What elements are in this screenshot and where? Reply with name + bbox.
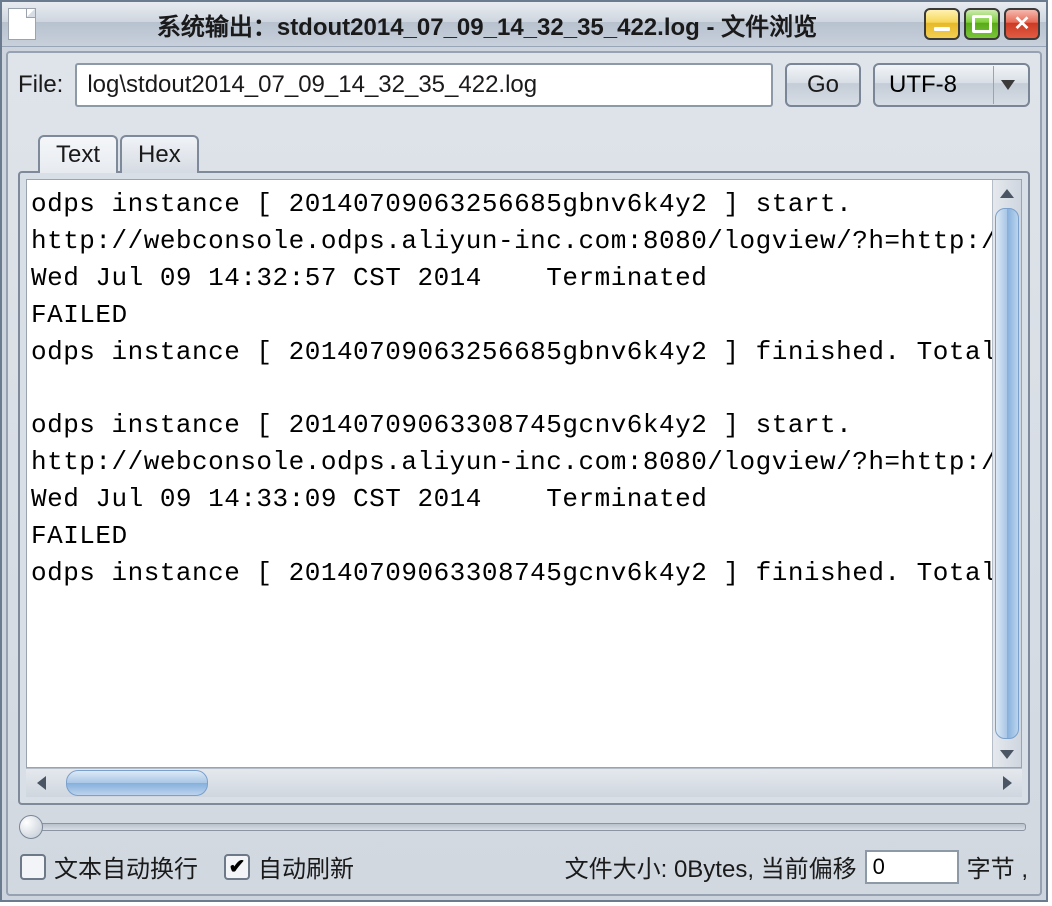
scroll-left-icon[interactable]	[26, 769, 56, 797]
file-label: File:	[18, 71, 63, 99]
content-panel: odps instance [ 20140709063256685gbnv6k4…	[18, 171, 1030, 805]
footer-row: 文本自动换行 自动刷新 文件大小: 0Bytes, 当前偏移 字节 ,	[18, 847, 1030, 888]
vertical-scrollbar[interactable]	[992, 180, 1021, 767]
main-panel: File: Go UTF-8 Text Hex odps instance [ …	[6, 51, 1042, 896]
encoding-value: UTF-8	[889, 71, 987, 99]
text-area-wrap: odps instance [ 20140709063256685gbnv6k4…	[26, 179, 1022, 768]
wrap-label: 文本自动换行	[54, 849, 198, 884]
slider-knob[interactable]	[19, 815, 43, 839]
scroll-up-icon[interactable]	[993, 180, 1021, 206]
auto-refresh-label: 自动刷新	[258, 849, 354, 884]
tab-text[interactable]: Text	[38, 135, 118, 173]
offset-input[interactable]	[865, 850, 959, 884]
log-text[interactable]: odps instance [ 20140709063256685gbnv6k4…	[27, 180, 992, 767]
window-buttons: ✕	[924, 8, 1040, 40]
horizontal-scroll-track[interactable]	[56, 769, 992, 797]
file-row: File: Go UTF-8	[18, 63, 1030, 107]
titlebar: 系统输出：stdout2014_07_09_14_32_35_422.log -…	[2, 2, 1046, 47]
wrap-checkbox[interactable]	[20, 854, 46, 880]
offset-slider[interactable]	[22, 823, 1026, 831]
document-icon	[8, 8, 36, 40]
filesize-label: 文件大小: 0Bytes, 当前偏移	[565, 849, 857, 884]
scroll-right-icon[interactable]	[992, 769, 1022, 797]
file-viewer-window: 系统输出：stdout2014_07_09_14_32_35_422.log -…	[0, 0, 1048, 902]
go-button[interactable]: Go	[785, 63, 861, 107]
maximize-button[interactable]	[964, 8, 1000, 40]
horizontal-scrollbar[interactable]	[26, 768, 1022, 797]
close-button[interactable]: ✕	[1004, 8, 1040, 40]
minimize-button[interactable]	[924, 8, 960, 40]
chevron-down-icon	[993, 66, 1022, 104]
auto-refresh-checkbox[interactable]	[224, 854, 250, 880]
scroll-down-icon[interactable]	[993, 741, 1021, 767]
horizontal-scroll-thumb[interactable]	[66, 770, 208, 796]
offset-slider-row	[18, 815, 1030, 839]
bytes-label: 字节 ,	[967, 849, 1028, 884]
tab-hex[interactable]: Hex	[120, 135, 199, 173]
tabs: Text Hex	[38, 133, 1030, 171]
encoding-select[interactable]: UTF-8	[873, 63, 1030, 107]
file-path-input[interactable]	[75, 63, 773, 107]
vertical-scroll-thumb[interactable]	[995, 208, 1019, 739]
window-title: 系统输出：stdout2014_07_09_14_32_35_422.log -…	[50, 7, 924, 42]
